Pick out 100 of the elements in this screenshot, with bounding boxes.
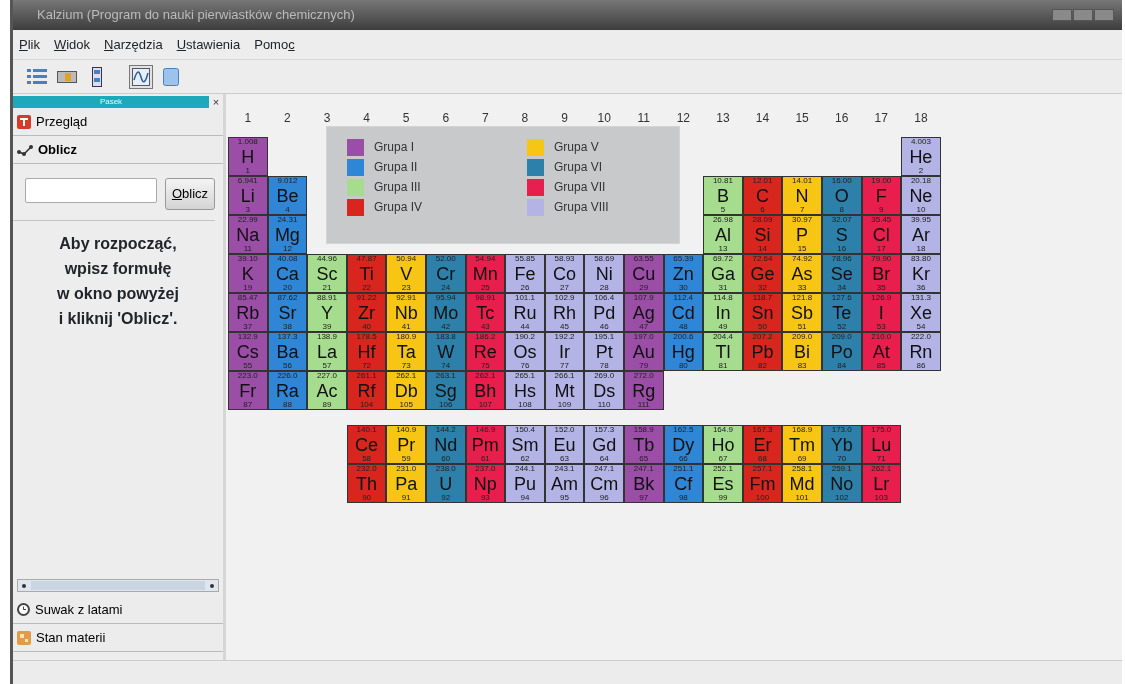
element-cell[interactable]: 262.1 Lr 103 bbox=[861, 464, 902, 503]
element-cell[interactable]: 226.0 Ra 88 bbox=[267, 371, 308, 410]
element-cell[interactable]: 92.91 Nb 41 bbox=[386, 293, 426, 332]
element-cell[interactable]: 200.6 Hg 80 bbox=[663, 332, 704, 371]
element-cell[interactable]: 12.01 C 6 bbox=[742, 176, 783, 215]
element-cell[interactable]: 101.1 Ru 44 bbox=[505, 293, 545, 332]
element-cell[interactable]: 138.9 La 57 bbox=[307, 332, 347, 371]
element-cell[interactable]: 178.5 Hf 72 bbox=[346, 332, 387, 371]
element-cell[interactable]: 152.0 Eu 63 bbox=[544, 425, 585, 464]
element-cell[interactable]: 210.0 At 85 bbox=[861, 332, 902, 371]
element-cell[interactable]: 22.99 Na 11 bbox=[228, 215, 268, 254]
scroll-right-icon[interactable] bbox=[210, 583, 214, 588]
element-cell[interactable]: 107.9 Ag 47 bbox=[623, 293, 664, 332]
element-cell[interactable]: 262.1 Db 105 bbox=[386, 371, 426, 410]
element-cell[interactable]: 95.94 Mo 42 bbox=[425, 293, 466, 332]
element-cell[interactable]: 44.96 Sc 21 bbox=[307, 254, 347, 293]
element-cell[interactable]: 28.09 Si 14 bbox=[742, 215, 783, 254]
element-cell[interactable]: 186.2 Re 75 bbox=[465, 332, 506, 371]
element-cell[interactable]: 197.0 Au 79 bbox=[623, 332, 664, 371]
element-cell[interactable]: 83.80 Kr 36 bbox=[901, 254, 941, 293]
element-cell[interactable]: 231.0 Pa 91 bbox=[386, 464, 426, 503]
menu-item[interactable]: Plik bbox=[19, 34, 40, 55]
element-cell[interactable]: 232.0 Th 90 bbox=[346, 464, 387, 503]
element-cell[interactable]: 39.10 K 19 bbox=[228, 254, 268, 293]
menu-item[interactable]: Pomoc bbox=[254, 34, 295, 55]
element-cell[interactable]: 26.98 Al 13 bbox=[703, 215, 743, 254]
element-cell[interactable]: 173.0 Yb 70 bbox=[821, 425, 862, 464]
element-cell[interactable]: 35.45 Cl 17 bbox=[861, 215, 902, 254]
element-cell[interactable]: 237.0 Np 93 bbox=[465, 464, 506, 503]
element-cell[interactable]: 263.1 Sg 106 bbox=[425, 371, 466, 410]
element-cell[interactable]: 272.0 Rg 111 bbox=[623, 371, 664, 410]
element-cell[interactable]: 180.9 Ta 73 bbox=[386, 332, 426, 371]
element-cell[interactable]: 262.1 Bh 107 bbox=[465, 371, 506, 410]
element-cell[interactable]: 127.6 Te 52 bbox=[821, 293, 862, 332]
element-cell[interactable]: 91.22 Zr 40 bbox=[346, 293, 387, 332]
element-cell[interactable]: 164.9 Ho 67 bbox=[703, 425, 743, 464]
element-cell[interactable]: 158.9 Tb 65 bbox=[623, 425, 664, 464]
element-cell[interactable]: 269.0 Ds 110 bbox=[584, 371, 624, 410]
element-cell[interactable]: 10.81 B 5 bbox=[703, 176, 743, 215]
element-cell[interactable]: 106.4 Pd 46 bbox=[584, 293, 624, 332]
element-cell[interactable]: 168.9 Tm 69 bbox=[782, 425, 822, 464]
element-cell[interactable]: 204.4 Tl 81 bbox=[703, 332, 743, 371]
element-cell[interactable]: 47.87 Ti 22 bbox=[346, 254, 387, 293]
element-cell[interactable]: 74.92 As 33 bbox=[782, 254, 822, 293]
element-cell[interactable]: 102.9 Rh 45 bbox=[544, 293, 585, 332]
element-cell[interactable]: 190.2 Os 76 bbox=[505, 332, 545, 371]
element-cell[interactable]: 72.64 Ge 32 bbox=[742, 254, 783, 293]
element-cell[interactable]: 266.1 Mt 109 bbox=[544, 371, 585, 410]
element-cell[interactable]: 85.47 Rb 37 bbox=[228, 293, 268, 332]
graph-tool-button[interactable] bbox=[129, 64, 153, 89]
element-cell[interactable]: 39.95 Ar 18 bbox=[901, 215, 941, 254]
element-cell[interactable]: 261.1 Rf 104 bbox=[346, 371, 387, 410]
element-cell[interactable]: 50.94 V 23 bbox=[386, 254, 426, 293]
element-cell[interactable]: 52.00 Cr 24 bbox=[425, 254, 466, 293]
element-cell[interactable]: 24.31 Mg 12 bbox=[267, 215, 308, 254]
element-cell[interactable]: 55.85 Fe 26 bbox=[505, 254, 545, 293]
element-cell[interactable]: 58.93 Co 27 bbox=[544, 254, 585, 293]
formula-field[interactable] bbox=[25, 178, 157, 203]
element-cell[interactable]: 32.07 S 16 bbox=[821, 215, 862, 254]
menu-item[interactable]: Narzędzia bbox=[104, 34, 163, 55]
calculate-button[interactable]: Oblicz bbox=[165, 178, 215, 210]
element-cell[interactable]: 20.18 Ne 10 bbox=[901, 176, 941, 215]
element-cell[interactable]: 175.0 Lu 71 bbox=[861, 425, 902, 464]
element-cell[interactable]: 223.0 Fr 87 bbox=[228, 371, 268, 410]
element-cell[interactable]: 222.0 Rn 86 bbox=[901, 332, 941, 371]
element-cell[interactable]: 183.8 W 74 bbox=[425, 332, 466, 371]
element-cell[interactable]: 79.90 Br 35 bbox=[861, 254, 902, 293]
element-cell[interactable]: 121.8 Sb 51 bbox=[782, 293, 822, 332]
element-cell[interactable]: 132.9 Cs 55 bbox=[228, 332, 268, 371]
element-cell[interactable]: 6.941 Li 3 bbox=[228, 176, 268, 215]
element-cell[interactable]: 247.1 Cm 96 bbox=[584, 464, 624, 503]
element-cell[interactable]: 65.39 Zn 30 bbox=[663, 254, 704, 293]
element-cell[interactable]: 140.9 Pr 59 bbox=[386, 425, 426, 464]
element-cell[interactable]: 140.1 Ce 58 bbox=[346, 425, 387, 464]
element-cell[interactable]: 54.94 Mn 25 bbox=[465, 254, 506, 293]
element-cell[interactable]: 252.1 Es 99 bbox=[703, 464, 743, 503]
element-cell[interactable]: 207.2 Pb 82 bbox=[742, 332, 783, 371]
scroll-left-icon[interactable] bbox=[22, 583, 26, 588]
element-cell[interactable]: 137.3 Ba 56 bbox=[267, 332, 308, 371]
element-cell[interactable]: 40.08 Ca 20 bbox=[267, 254, 308, 293]
element-cell[interactable]: 131.3 Xe 54 bbox=[901, 293, 941, 332]
horizontal-scrollbar[interactable] bbox=[17, 579, 219, 592]
element-cell[interactable]: 88.91 Y 39 bbox=[307, 293, 347, 332]
element-cell[interactable]: 244.1 Pu 94 bbox=[505, 464, 545, 503]
element-cell[interactable]: 247.1 Bk 97 bbox=[623, 464, 664, 503]
element-cell[interactable]: 259.1 No 102 bbox=[821, 464, 862, 503]
element-cell[interactable]: 4.003 He 2 bbox=[901, 137, 941, 176]
element-cell[interactable]: 112.4 Cd 48 bbox=[663, 293, 704, 332]
element-cell[interactable]: 14.01 N 7 bbox=[782, 176, 822, 215]
element-cell[interactable]: 258.1 Md 101 bbox=[782, 464, 822, 503]
element-cell[interactable]: 19.00 F 9 bbox=[861, 176, 902, 215]
element-cell[interactable]: 126.9 I 53 bbox=[861, 293, 902, 332]
element-cell[interactable]: 192.2 Ir 77 bbox=[544, 332, 585, 371]
element-cell[interactable]: 30.97 P 15 bbox=[782, 215, 822, 254]
element-cell[interactable]: 209.0 Bi 83 bbox=[782, 332, 822, 371]
element-cell[interactable]: 238.0 U 92 bbox=[425, 464, 466, 503]
element-cell[interactable]: 146.9 Pm 61 bbox=[465, 425, 506, 464]
element-cell[interactable]: 167.3 Er 68 bbox=[742, 425, 783, 464]
element-cell[interactable]: 114.8 In 49 bbox=[703, 293, 743, 332]
element-cell[interactable]: 78.96 Se 34 bbox=[821, 254, 862, 293]
